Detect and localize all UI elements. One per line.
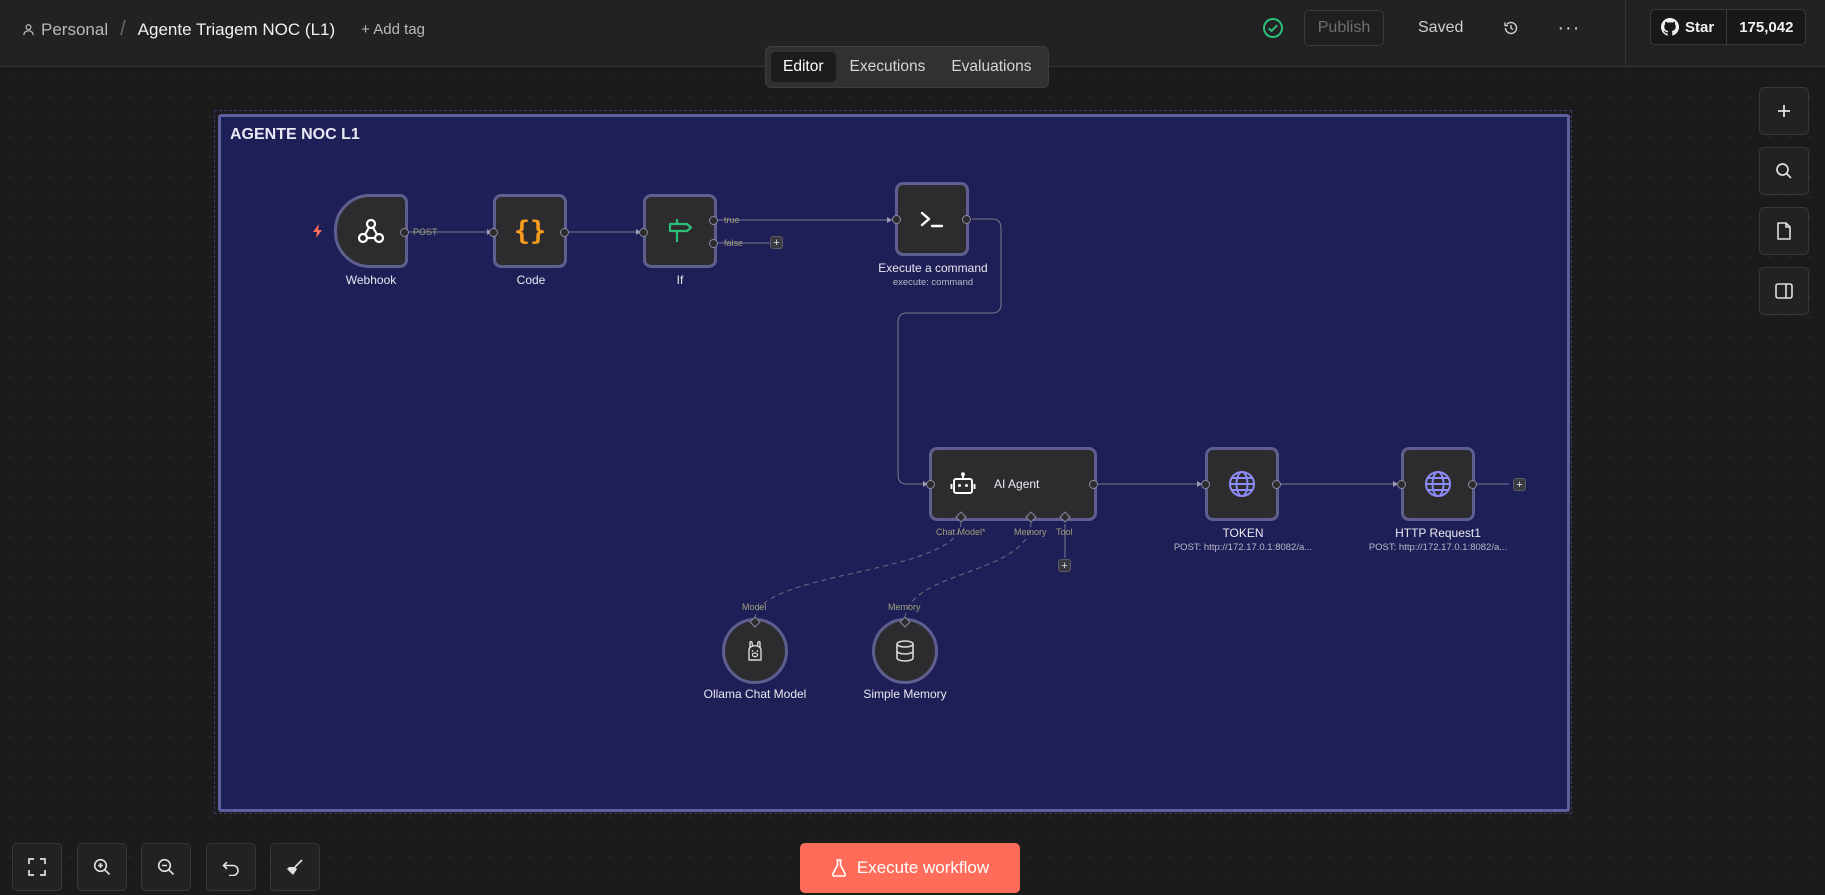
code-input-handle[interactable] bbox=[489, 228, 498, 237]
zoom-out-icon bbox=[157, 858, 175, 876]
tidy-up-icon bbox=[287, 859, 303, 875]
add-sticky-button[interactable] bbox=[1759, 207, 1809, 255]
undo-button[interactable] bbox=[206, 843, 256, 891]
node-execute-command-sublabel: execute: command bbox=[892, 277, 974, 288]
execute-workflow-label: Execute workflow bbox=[856, 858, 990, 877]
node-ollama-label: Ollama Chat Model bbox=[703, 687, 807, 701]
node-http-request[interactable] bbox=[1401, 447, 1475, 521]
sticky-note-icon bbox=[1777, 222, 1791, 240]
command-output-handle[interactable] bbox=[962, 215, 971, 224]
toggle-panel-button[interactable] bbox=[1759, 267, 1809, 315]
search-nodes-button[interactable] bbox=[1759, 147, 1809, 195]
http-input-handle[interactable] bbox=[1397, 480, 1406, 489]
globe-icon bbox=[1425, 471, 1451, 497]
node-if-label: If bbox=[676, 273, 684, 287]
node-http-request-sublabel: POST: http://172.17.0.1:8082/a... bbox=[1368, 542, 1508, 553]
undo-icon bbox=[222, 861, 239, 876]
agent-input-handle[interactable] bbox=[926, 480, 935, 489]
fit-view-button[interactable] bbox=[12, 843, 62, 891]
globe-icon bbox=[1229, 471, 1255, 497]
http-output-handle[interactable] bbox=[1468, 480, 1477, 489]
webhook-output-handle[interactable] bbox=[400, 228, 409, 237]
panel-icon bbox=[1775, 283, 1793, 299]
node-execute-command[interactable] bbox=[895, 182, 969, 256]
if-false-handle[interactable] bbox=[709, 239, 718, 248]
search-icon bbox=[1776, 163, 1792, 179]
memory-input-label: Memory bbox=[888, 602, 921, 612]
if-input-handle[interactable] bbox=[639, 228, 648, 237]
node-code[interactable]: {} bbox=[493, 194, 567, 268]
if-true-handle[interactable] bbox=[709, 216, 718, 225]
node-simple-memory-label: Simple Memory bbox=[863, 687, 947, 701]
if-true-label: true bbox=[724, 215, 740, 225]
robot-icon bbox=[950, 472, 976, 494]
agent-chat-model-label: Chat Model* bbox=[936, 527, 986, 537]
ollama-model-label: Model bbox=[742, 602, 767, 612]
node-webhook[interactable] bbox=[334, 194, 408, 268]
signpost-icon bbox=[668, 219, 693, 242]
node-token-sublabel: POST: http://172.17.0.1:8082/a... bbox=[1173, 542, 1313, 553]
node-ai-agent[interactable]: AI Agent bbox=[929, 447, 1097, 521]
agent-output-handle[interactable] bbox=[1089, 480, 1098, 489]
code-output-handle[interactable] bbox=[560, 228, 569, 237]
llama-icon bbox=[748, 640, 762, 661]
http-add-next-button[interactable]: + bbox=[1513, 478, 1526, 491]
tidy-up-button[interactable] bbox=[270, 843, 320, 891]
fit-view-icon bbox=[28, 858, 46, 876]
agent-tool-add-button[interactable]: + bbox=[1058, 559, 1071, 572]
zoom-in-button[interactable] bbox=[77, 843, 127, 891]
code-braces-icon: {} bbox=[513, 215, 547, 247]
node-token[interactable] bbox=[1205, 447, 1279, 521]
zoom-out-button[interactable] bbox=[141, 843, 191, 891]
node-code-label: Code bbox=[516, 273, 546, 287]
agent-memory-label: Memory bbox=[1014, 527, 1047, 537]
node-if[interactable] bbox=[643, 194, 717, 268]
node-ai-agent-label: AI Agent bbox=[994, 477, 1040, 491]
node-token-label: TOKEN bbox=[1222, 526, 1264, 540]
execute-workflow-button[interactable]: Execute workflow bbox=[800, 843, 1020, 893]
zoom-in-icon bbox=[93, 858, 111, 876]
command-input-handle[interactable] bbox=[892, 215, 901, 224]
if-false-label: false bbox=[724, 238, 744, 248]
webhook-icon bbox=[357, 218, 385, 244]
plus-icon bbox=[1778, 105, 1790, 117]
token-input-handle[interactable] bbox=[1201, 480, 1210, 489]
node-simple-memory[interactable] bbox=[872, 618, 938, 684]
connection-command-agent bbox=[897, 218, 1002, 485]
token-output-handle[interactable] bbox=[1272, 480, 1281, 489]
add-node-button[interactable] bbox=[1759, 87, 1809, 135]
terminal-icon bbox=[920, 211, 944, 228]
agent-tool-label: Tool bbox=[1056, 527, 1073, 537]
node-ollama-chat-model[interactable] bbox=[722, 618, 788, 684]
connections-layer bbox=[408, 217, 1509, 621]
webhook-output-label: POST bbox=[413, 227, 438, 237]
trigger-bolt-icon bbox=[313, 224, 322, 238]
connection-agent-chatmodel bbox=[754, 521, 962, 621]
node-webhook-label: Webhook bbox=[345, 273, 397, 287]
flask-icon bbox=[831, 859, 847, 877]
if-false-add-button[interactable]: + bbox=[770, 236, 783, 249]
node-execute-command-label: Execute a command bbox=[878, 261, 988, 275]
node-http-request-label: HTTP Request1 bbox=[1395, 526, 1481, 540]
database-icon bbox=[896, 640, 914, 662]
